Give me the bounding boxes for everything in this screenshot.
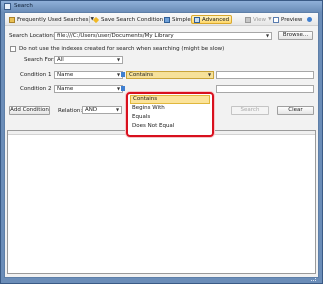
save-search-condition-label: Save Search Condition [101,16,164,23]
condition-2-value-input[interactable] [216,85,314,93]
view-label: View [253,16,267,23]
advanced-label: Advanced [202,16,230,23]
condition-1-operator-select[interactable]: Contains ▼ [126,71,214,79]
preview-icon [273,16,279,23]
title-bar[interactable]: Search [1,1,322,12]
toolbar: Frequently Used Searches ▼ Save Search C… [5,13,318,26]
search-for-label: Search For: [24,57,55,63]
simple-button[interactable]: Simple [162,15,193,24]
preview-button[interactable]: Preview [271,15,304,24]
browse-button[interactable]: Browse... [278,31,313,40]
no-index-label: Do not use the indexes created for searc… [19,46,225,52]
condition-2-field-value: Name [57,86,74,92]
operator-option[interactable]: Does Not Equal [130,122,174,131]
search-location-input[interactable]: file:///C:/Users/user/Documents/My Libra… [54,32,272,40]
pin-button[interactable] [305,15,314,24]
view-button[interactable]: View ▼ [243,15,274,24]
save-search-condition-button[interactable]: Save Search Condition ▼ [91,15,171,24]
operator-option[interactable]: Begins With [130,104,165,113]
condition-2-label: Condition 2 [20,86,52,92]
window-title: Search [14,3,33,9]
condition-icon [121,72,125,77]
view-icon [245,16,251,23]
relation-select[interactable]: AND ▼ [82,106,122,114]
resize-grip-icon[interactable] [311,278,316,281]
clear-button[interactable]: Clear [277,106,314,115]
no-index-checkbox[interactable] [10,46,16,52]
search-window: Search Frequently Used Searches ▼ Save S… [0,0,323,284]
search-for-select[interactable]: All ▼ [54,56,123,64]
pin-icon [307,17,312,22]
results-pane[interactable] [7,130,316,274]
operator-dropdown: Contains Begins With Equals Does Not Equ… [126,92,214,137]
preview-label: Preview [281,16,303,23]
frequent-searches-button[interactable]: Frequently Used Searches ▼ [7,15,96,24]
advanced-button[interactable]: Advanced [191,15,233,24]
chevron-down-icon: ▼ [116,57,121,62]
chevron-down-icon: ▼ [207,72,212,77]
condition-1-field-value: Name [57,72,74,78]
star-icon [92,16,100,23]
search-location-value: file:///C:/Users/user/Documents/My Libra… [57,33,174,39]
condition-2-field-select[interactable]: Name ▼ [54,85,123,93]
operator-option[interactable]: Contains [130,95,210,104]
toolbar-divider [89,16,90,23]
simple-label: Simple [172,16,191,23]
search-button[interactable]: Search [231,106,269,115]
search-location-label: Search Location: [9,33,55,39]
chevron-down-icon: ▼ [265,33,270,38]
frequent-searches-label: Frequently Used Searches [17,16,89,23]
advanced-mode-icon [194,16,200,23]
condition-1-field-select[interactable]: Name ▼ [54,71,123,79]
search-for-value: All [57,57,64,63]
condition-icon [121,86,125,91]
condition-1-label: Condition 1 [20,72,52,78]
add-condition-button[interactable]: Add Condition [9,106,50,115]
status-bar [4,278,319,283]
condition-1-operator-value: Contains [129,72,154,78]
relation-label: Relation: [58,108,83,114]
simple-mode-icon [164,16,170,23]
condition-1-value-input[interactable] [216,71,314,79]
client-area: Frequently Used Searches ▼ Save Search C… [4,12,319,278]
chevron-down-icon: ▼ [115,107,120,112]
folder-icon [9,16,15,23]
relation-value: AND [85,107,98,113]
operator-option[interactable]: Equals [130,113,150,122]
search-app-icon [4,3,11,10]
